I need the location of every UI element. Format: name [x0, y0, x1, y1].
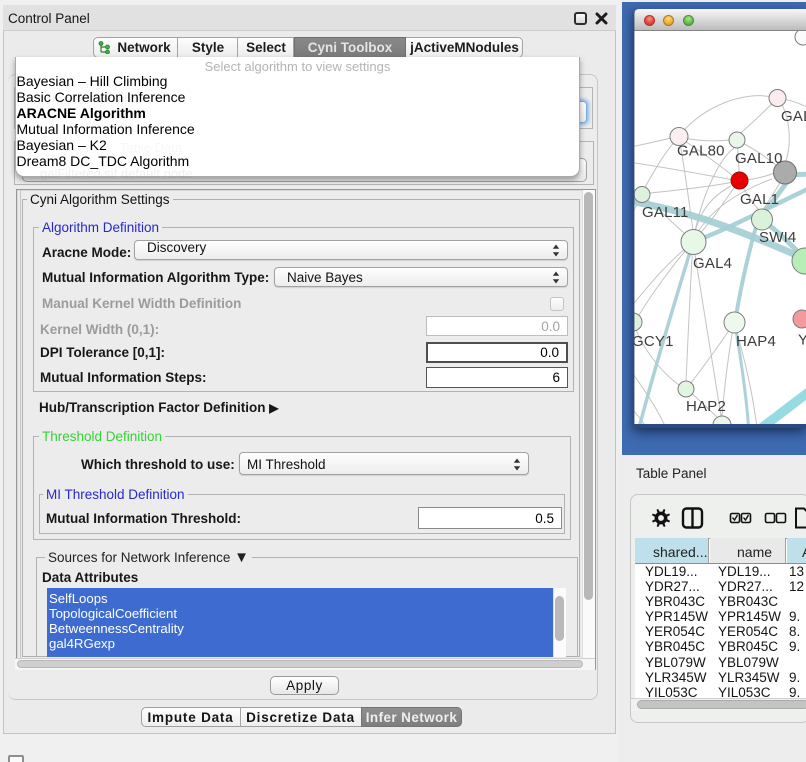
svg-text:GAL80: GAL80 [677, 143, 725, 160]
svg-text:HAP4: HAP4 [736, 333, 776, 350]
svg-text:GAL1: GAL1 [740, 191, 779, 208]
svg-text:GAL4: GAL4 [693, 255, 732, 272]
svg-text:GAL2: GAL2 [781, 108, 806, 125]
svg-text:GCY1: GCY1 [634, 333, 674, 350]
svg-text:HAP2: HAP2 [686, 398, 726, 415]
svg-text:SWI4: SWI4 [759, 229, 796, 246]
svg-text:GAL11: GAL11 [642, 204, 689, 221]
svg-text:YM: YM [798, 332, 806, 349]
svg-text:GAL10: GAL10 [735, 150, 783, 167]
